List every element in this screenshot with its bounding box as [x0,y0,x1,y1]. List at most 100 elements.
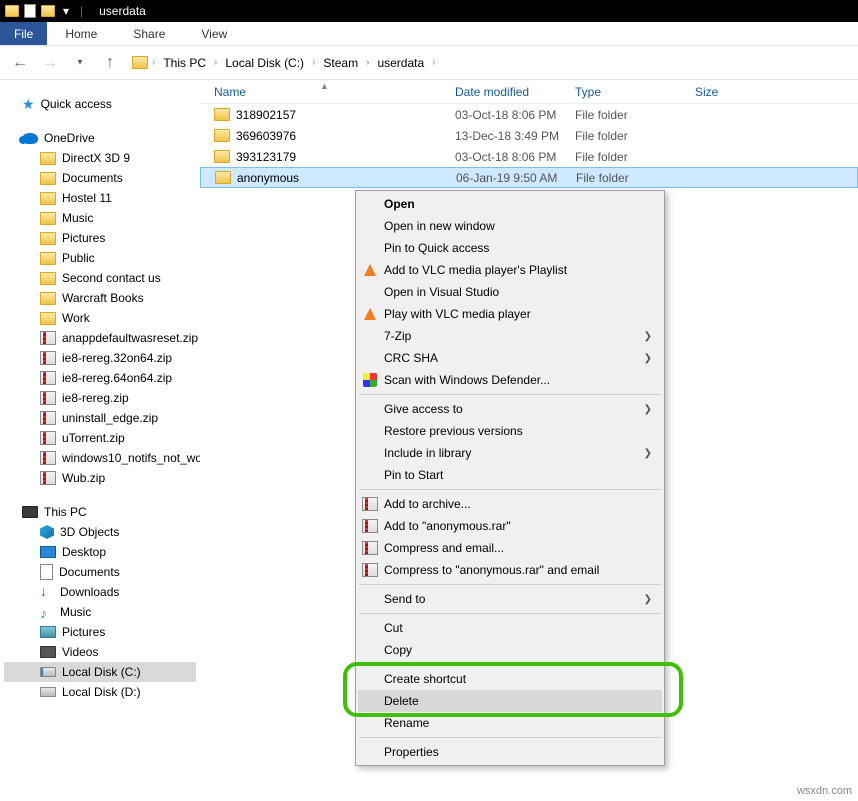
cm-defender[interactable]: Scan with Windows Defender... [358,369,662,391]
tab-home[interactable]: Home [47,22,115,45]
tree-label: Second contact us [62,271,161,285]
col-date[interactable]: Date modified [455,85,575,99]
folder-icon [215,171,231,184]
tree-item[interactable]: DirectX 3D 9 [4,148,196,168]
tree-item[interactable]: Documents [4,562,196,582]
tree-item[interactable]: anappdefaultwasreset.zip [4,328,196,348]
window-titlebar: ▾ | userdata [0,0,858,22]
tree-item[interactable]: Downloads [4,582,196,602]
crumb-steam[interactable]: Steam [319,54,362,72]
tree-item[interactable]: Videos [4,642,196,662]
crumb-userdata[interactable]: userdata [373,54,428,72]
tree-onedrive[interactable]: OneDrive [4,128,196,148]
separator [359,584,661,585]
cm-pin-start[interactable]: Pin to Start [358,464,662,486]
cm-vlc-playlist[interactable]: Add to VLC media player's Playlist [358,259,662,281]
tree-label: Wub.zip [62,471,105,485]
cm-7zip[interactable]: 7-Zip❯ [358,325,662,347]
file-type: File folder [575,108,695,122]
cm-send-to[interactable]: Send to❯ [358,588,662,610]
tree-this-pc[interactable]: This PC [4,502,196,522]
file-date: 03-Oct-18 8:06 PM [455,150,575,164]
tree-item[interactable]: ie8-rereg.zip [4,388,196,408]
cm-compress-rar-email[interactable]: Compress to "anonymous.rar" and email [358,559,662,581]
cm-create-shortcut[interactable]: Create shortcut [358,668,662,690]
col-type[interactable]: Type [575,85,695,99]
cm-include-library[interactable]: Include in library❯ [358,442,662,464]
tree-item[interactable]: Second contact us [4,268,196,288]
cm-add-rar[interactable]: Add to "anonymous.rar" [358,515,662,537]
recent-locations-button[interactable]: ▾ [68,51,92,75]
navigation-tree[interactable]: ★Quick access OneDrive DirectX 3D 9 Docu… [0,80,200,801]
file-row[interactable]: 369603976 13-Dec-18 3:49 PM File folder [200,125,858,146]
cm-open[interactable]: Open [358,193,662,215]
cm-cut[interactable]: Cut [358,617,662,639]
tree-item[interactable]: Warcraft Books [4,288,196,308]
cm-compress-email[interactable]: Compress and email... [358,537,662,559]
tree-label: uninstall_edge.zip [62,411,158,425]
cm-open-new-window[interactable]: Open in new window [358,215,662,237]
file-row-selected[interactable]: anonymous 06-Jan-19 9:50 AM File folder [200,167,858,188]
cm-properties[interactable]: Properties [358,741,662,763]
tree-item[interactable]: Pictures [4,622,196,642]
pin-icon: ★ [22,96,35,113]
tree-item[interactable]: Desktop [4,542,196,562]
file-row[interactable]: 393123179 03-Oct-18 8:06 PM File folder [200,146,858,167]
tree-item[interactable]: ie8-rereg.32on64.zip [4,348,196,368]
tree-item-local-disk-c[interactable]: Local Disk (C:) [4,662,196,682]
cm-add-archive[interactable]: Add to archive... [358,493,662,515]
tree-item[interactable]: Documents [4,168,196,188]
chevron-right-icon: ❯ [644,331,652,342]
address-bar[interactable]: › This PC › Local Disk (C:) › Steam › us… [128,54,435,72]
tree-label: Work [62,311,90,325]
tree-label: ie8-rereg.32on64.zip [62,351,172,365]
tree-item[interactable]: Pictures [4,228,196,248]
cm-copy[interactable]: Copy [358,639,662,661]
chevron-right-icon: › [214,57,217,68]
desktop-icon [40,546,56,558]
chevron-right-icon: › [366,57,369,68]
folder-icon [40,172,56,185]
tree-item[interactable]: ie8-rereg.64on64.zip [4,368,196,388]
tree-item[interactable]: Hostel 11 [4,188,196,208]
titlebar-doc-icon [22,3,38,19]
cm-pin-quick-access[interactable]: Pin to Quick access [358,237,662,259]
tree-item[interactable]: Work [4,308,196,328]
tree-label: This PC [44,505,87,519]
chevron-right-icon: › [312,57,315,68]
crumb-local-disk-c[interactable]: Local Disk (C:) [221,54,308,72]
tree-item[interactable]: uninstall_edge.zip [4,408,196,428]
col-size[interactable]: Size [695,85,775,99]
tree-item[interactable]: uTorrent.zip [4,428,196,448]
tree-item[interactable]: 3D Objects [4,522,196,542]
tree-item[interactable]: windows10_notifs_not_wo [4,448,196,468]
titlebar-overflow-icon[interactable]: ▾ [58,3,74,19]
file-row[interactable]: 318902157 03-Oct-18 8:06 PM File folder [200,104,858,125]
tree-item[interactable]: Local Disk (D:) [4,682,196,702]
cm-crc-sha[interactable]: CRC SHA❯ [358,347,662,369]
tree-item[interactable]: Music [4,208,196,228]
forward-button[interactable]: → [38,51,62,75]
up-button[interactable]: ↑ [98,51,122,75]
chevron-right-icon: ❯ [644,448,652,459]
tab-file[interactable]: File [0,22,47,45]
archive-icon [362,518,378,534]
tree-item[interactable]: Music [4,602,196,622]
back-button[interactable]: ← [8,51,32,75]
cm-delete[interactable]: Delete [358,690,662,712]
cm-vlc-play[interactable]: Play with VLC media player [358,303,662,325]
crumb-this-pc[interactable]: This PC [159,54,210,72]
cm-rename[interactable]: Rename [358,712,662,734]
zip-icon [40,351,56,365]
tree-item[interactable]: Wub.zip [4,468,196,488]
tab-view[interactable]: View [183,22,245,45]
tree-quick-access[interactable]: ★Quick access [4,94,196,114]
file-name: 318902157 [236,108,296,122]
tree-label: Hostel 11 [62,191,112,205]
tab-share[interactable]: Share [115,22,183,45]
cm-restore[interactable]: Restore previous versions [358,420,662,442]
tree-item[interactable]: Public [4,248,196,268]
tree-label: OneDrive [44,131,95,145]
cm-open-vs[interactable]: Open in Visual Studio [358,281,662,303]
cm-give-access[interactable]: Give access to❯ [358,398,662,420]
